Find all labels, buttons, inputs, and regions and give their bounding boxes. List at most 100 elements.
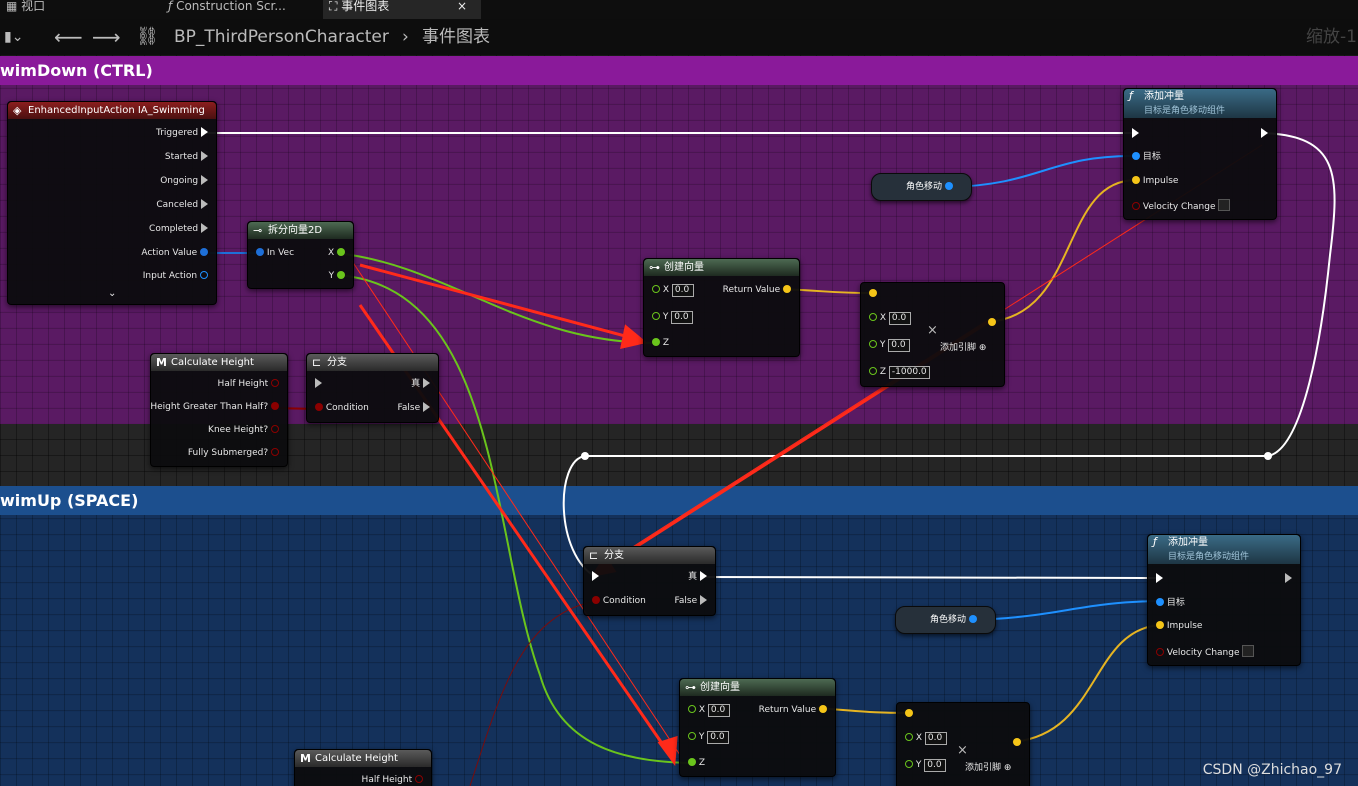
exec-pin-icon[interactable] — [1132, 128, 1139, 138]
node-header[interactable]: ⊏ 分支 — [584, 547, 715, 564]
vector-pin-icon[interactable] — [905, 709, 913, 717]
bool-pin-icon[interactable] — [271, 448, 279, 456]
character-movement-getter[interactable]: 角色移动 — [895, 606, 996, 634]
x-value-field[interactable]: 0.0 — [888, 312, 911, 325]
x-value-field[interactable]: 0.0 — [671, 284, 694, 297]
exec-in-pin[interactable] — [1156, 573, 1163, 585]
add-impulse-node[interactable]: ƒ 添加冲量 目标是角色移动组件 目标 Impulse Velocity Chang… — [1123, 88, 1277, 220]
pin-velocity-change[interactable]: Velocity Change — [1156, 645, 1255, 659]
node-header[interactable]: ⊏ 分支 — [307, 354, 438, 371]
pin-z[interactable]: Z — [688, 757, 705, 769]
y-value-field[interactable]: 0.0 — [924, 759, 947, 772]
pin-y[interactable]: Y — [329, 270, 345, 282]
pin-y[interactable]: Y 0.0 — [869, 339, 911, 352]
object-pin-icon[interactable] — [944, 182, 953, 190]
node-header[interactable]: ⊶ 创建向量 — [680, 679, 835, 696]
y-value-field[interactable]: 0.0 — [888, 339, 911, 352]
bool-pin-icon[interactable] — [315, 403, 323, 411]
calculate-height-node[interactable]: M Calculate Height Half Height — [294, 749, 432, 786]
pin-started[interactable]: Started — [165, 151, 208, 163]
character-movement-getter[interactable]: 角色移动 — [871, 173, 972, 201]
branch-node[interactable]: ⊏ 分支 真 Condition False — [583, 546, 716, 616]
x-value-field[interactable]: 0.0 — [707, 704, 730, 717]
bool-pin-icon[interactable] — [415, 775, 423, 783]
pin-a[interactable] — [905, 708, 913, 720]
make-vector-node[interactable]: ⊶ 创建向量 X 0.0 Return Value Y 0.0 Z — [679, 678, 836, 777]
vector-pin-icon[interactable] — [869, 289, 877, 297]
break-vector2d-node[interactable]: ⊸ 拆分向量2D In Vec X Y — [247, 221, 354, 289]
bookmark-dropdown[interactable]: ▮⌄ — [4, 19, 23, 55]
pin-z[interactable]: Z — [652, 337, 669, 349]
add-pin-button[interactable]: 添加引脚 ⊕ — [965, 762, 1011, 774]
pin-condition[interactable]: Condition — [592, 595, 646, 607]
pin-y[interactable]: Y 0.0 — [688, 731, 730, 744]
pin-false[interactable]: False — [675, 595, 707, 607]
breadcrumb-root[interactable]: BP_ThirdPersonCharacter — [174, 19, 389, 55]
pin-true[interactable]: 真 — [411, 378, 430, 390]
vector-pin-icon[interactable] — [1132, 176, 1140, 184]
pin-y[interactable]: Y 0.0 — [652, 311, 694, 324]
velocity-change-checkbox[interactable] — [1218, 199, 1231, 211]
node-header[interactable]: ƒ 添加冲量 目标是角色移动组件 — [1124, 89, 1276, 118]
pin-x[interactable]: X 0.0 — [652, 284, 694, 297]
float-pin-icon[interactable] — [905, 760, 913, 768]
float-pin-icon[interactable] — [337, 248, 345, 256]
pin-return[interactable] — [988, 317, 996, 329]
exec-pin-icon[interactable] — [201, 223, 208, 233]
exec-pin-icon[interactable] — [201, 199, 208, 209]
bool-pin-icon[interactable] — [1156, 648, 1164, 656]
pin-ongoing[interactable]: Ongoing — [160, 175, 208, 187]
tab-event-graph[interactable]: ⛶ 事件图表 × — [323, 0, 481, 19]
exec-pin-icon[interactable] — [201, 151, 208, 161]
bool-pin-icon[interactable] — [271, 402, 279, 410]
bool-pin-icon[interactable] — [592, 596, 600, 604]
input-action-node[interactable]: ◈ EnhancedInputAction IA_Swimming Trigger… — [7, 101, 217, 305]
pin-return[interactable] — [1013, 737, 1021, 749]
node-header[interactable]: ◈ EnhancedInputAction IA_Swimming — [8, 102, 216, 119]
tab-construction-script[interactable]: ƒ Construction Scr... — [168, 0, 308, 19]
exec-out-pin[interactable] — [1285, 573, 1292, 585]
exec-in-pin[interactable] — [592, 571, 599, 583]
add-pin-button[interactable]: 添加引脚 ⊕ — [940, 342, 986, 354]
pin-triggered[interactable]: Triggered — [156, 127, 208, 139]
expand-chevron-icon[interactable]: ⌄ — [108, 288, 116, 300]
pin-z[interactable]: Z -1000.0 — [869, 366, 930, 379]
exec-pin-icon[interactable] — [1156, 573, 1163, 583]
pin-target[interactable]: 目标 — [1156, 597, 1185, 609]
vector-multiply-node[interactable]: X 0.0 Y 0.0 × 添加引脚 ⊕ — [896, 702, 1030, 786]
pin-return-value[interactable]: Return Value — [759, 704, 827, 716]
vector-pin-icon[interactable] — [988, 318, 996, 326]
float-pin-icon[interactable] — [652, 285, 660, 293]
y-value-field[interactable]: 0.0 — [671, 311, 694, 324]
bool-pin-icon[interactable] — [1132, 202, 1140, 210]
pin-height-greater[interactable]: Height Greater Than Half? — [150, 401, 279, 413]
bool-pin-icon[interactable] — [271, 379, 279, 387]
bool-pin-icon[interactable] — [271, 425, 279, 433]
graph-canvas[interactable]: wimDown (CTRL) wimUp (SPACE) ◈ EnhancedI… — [0, 55, 1358, 786]
pin-half-height[interactable]: Half Height — [218, 378, 279, 390]
pin-false[interactable]: False — [398, 402, 430, 414]
pin-half-height[interactable]: Half Height — [362, 774, 423, 786]
exec-pin-icon[interactable] — [700, 571, 707, 581]
float-pin-icon[interactable] — [337, 271, 345, 279]
pin-x[interactable]: X — [328, 247, 345, 259]
exec-pin-icon[interactable] — [315, 378, 322, 388]
vector2d-pin-icon[interactable] — [200, 248, 208, 256]
vector2d-pin-icon[interactable] — [256, 248, 264, 256]
node-header[interactable]: M Calculate Height — [295, 750, 431, 767]
pin-velocity-change[interactable]: Velocity Change — [1132, 199, 1231, 213]
vector-pin-icon[interactable] — [1013, 738, 1021, 746]
float-pin-icon[interactable] — [652, 338, 660, 346]
pin-x[interactable]: X 0.0 — [688, 704, 730, 717]
x-value-field[interactable]: 0.0 — [924, 732, 947, 745]
pin-action-value[interactable]: Action Value — [141, 247, 208, 259]
pin-a[interactable] — [869, 288, 877, 300]
y-value-field[interactable]: 0.0 — [707, 731, 730, 744]
float-pin-icon[interactable] — [688, 758, 696, 766]
back-arrow-icon[interactable]: ⟵ — [54, 19, 83, 55]
pin-condition[interactable]: Condition — [315, 402, 369, 414]
exec-pin-icon[interactable] — [1285, 573, 1292, 583]
pin-input-action[interactable]: Input Action — [143, 270, 208, 282]
exec-pin-icon[interactable] — [423, 378, 430, 388]
exec-out-pin[interactable] — [1261, 128, 1268, 140]
